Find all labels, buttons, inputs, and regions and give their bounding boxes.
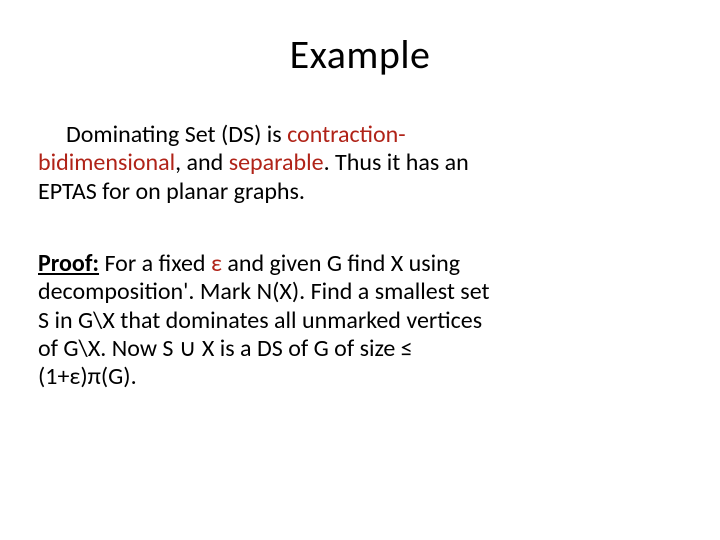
text-fragment: of G\X. Now S: [38, 334, 173, 363]
proof-paragraph: Proof: For a fixed ε and given G find X …: [38, 250, 682, 392]
text-fragment: . Thus it has an: [324, 148, 469, 177]
slide-container: Example Dominating Set (DS) is contracti…: [0, 0, 720, 392]
slide-title: Example: [38, 30, 682, 79]
proof-line-5: (1+ε)π(G).: [38, 363, 682, 391]
text-fragment: X is a DS of G of size ≤: [202, 334, 413, 363]
proof-line-3: S in G\X that dominates all unmarked ver…: [38, 307, 682, 335]
proof-line-4: of G\X. Now S ∪ X is a DS of G of size ≤: [38, 335, 682, 363]
symbol-epsilon: ε: [211, 249, 222, 278]
term-contraction: contraction-: [287, 120, 406, 149]
proof-line-1: Proof: For a fixed ε and given G find X …: [38, 250, 682, 278]
text-fragment: , and: [175, 148, 229, 177]
term-bidimensional: bidimensional: [38, 148, 175, 177]
statement-line-3: EPTAS for on planar graphs.: [38, 178, 682, 206]
symbol-union: ∪: [173, 334, 201, 363]
term-separable: separable: [229, 148, 324, 177]
text-fragment: Dominating Set (DS) is: [66, 120, 287, 149]
proof-label: Proof:: [38, 249, 99, 278]
text-fragment: For a fixed: [99, 249, 211, 278]
text-fragment: and given G find X using: [222, 249, 460, 278]
proof-line-2: decomposition'. Mark N(X). Find a smalle…: [38, 278, 682, 306]
statement-line-1: Dominating Set (DS) is contraction-: [38, 121, 682, 149]
statement-paragraph: Dominating Set (DS) is contraction- bidi…: [38, 121, 682, 206]
statement-line-2: bidimensional, and separable. Thus it ha…: [38, 149, 682, 177]
